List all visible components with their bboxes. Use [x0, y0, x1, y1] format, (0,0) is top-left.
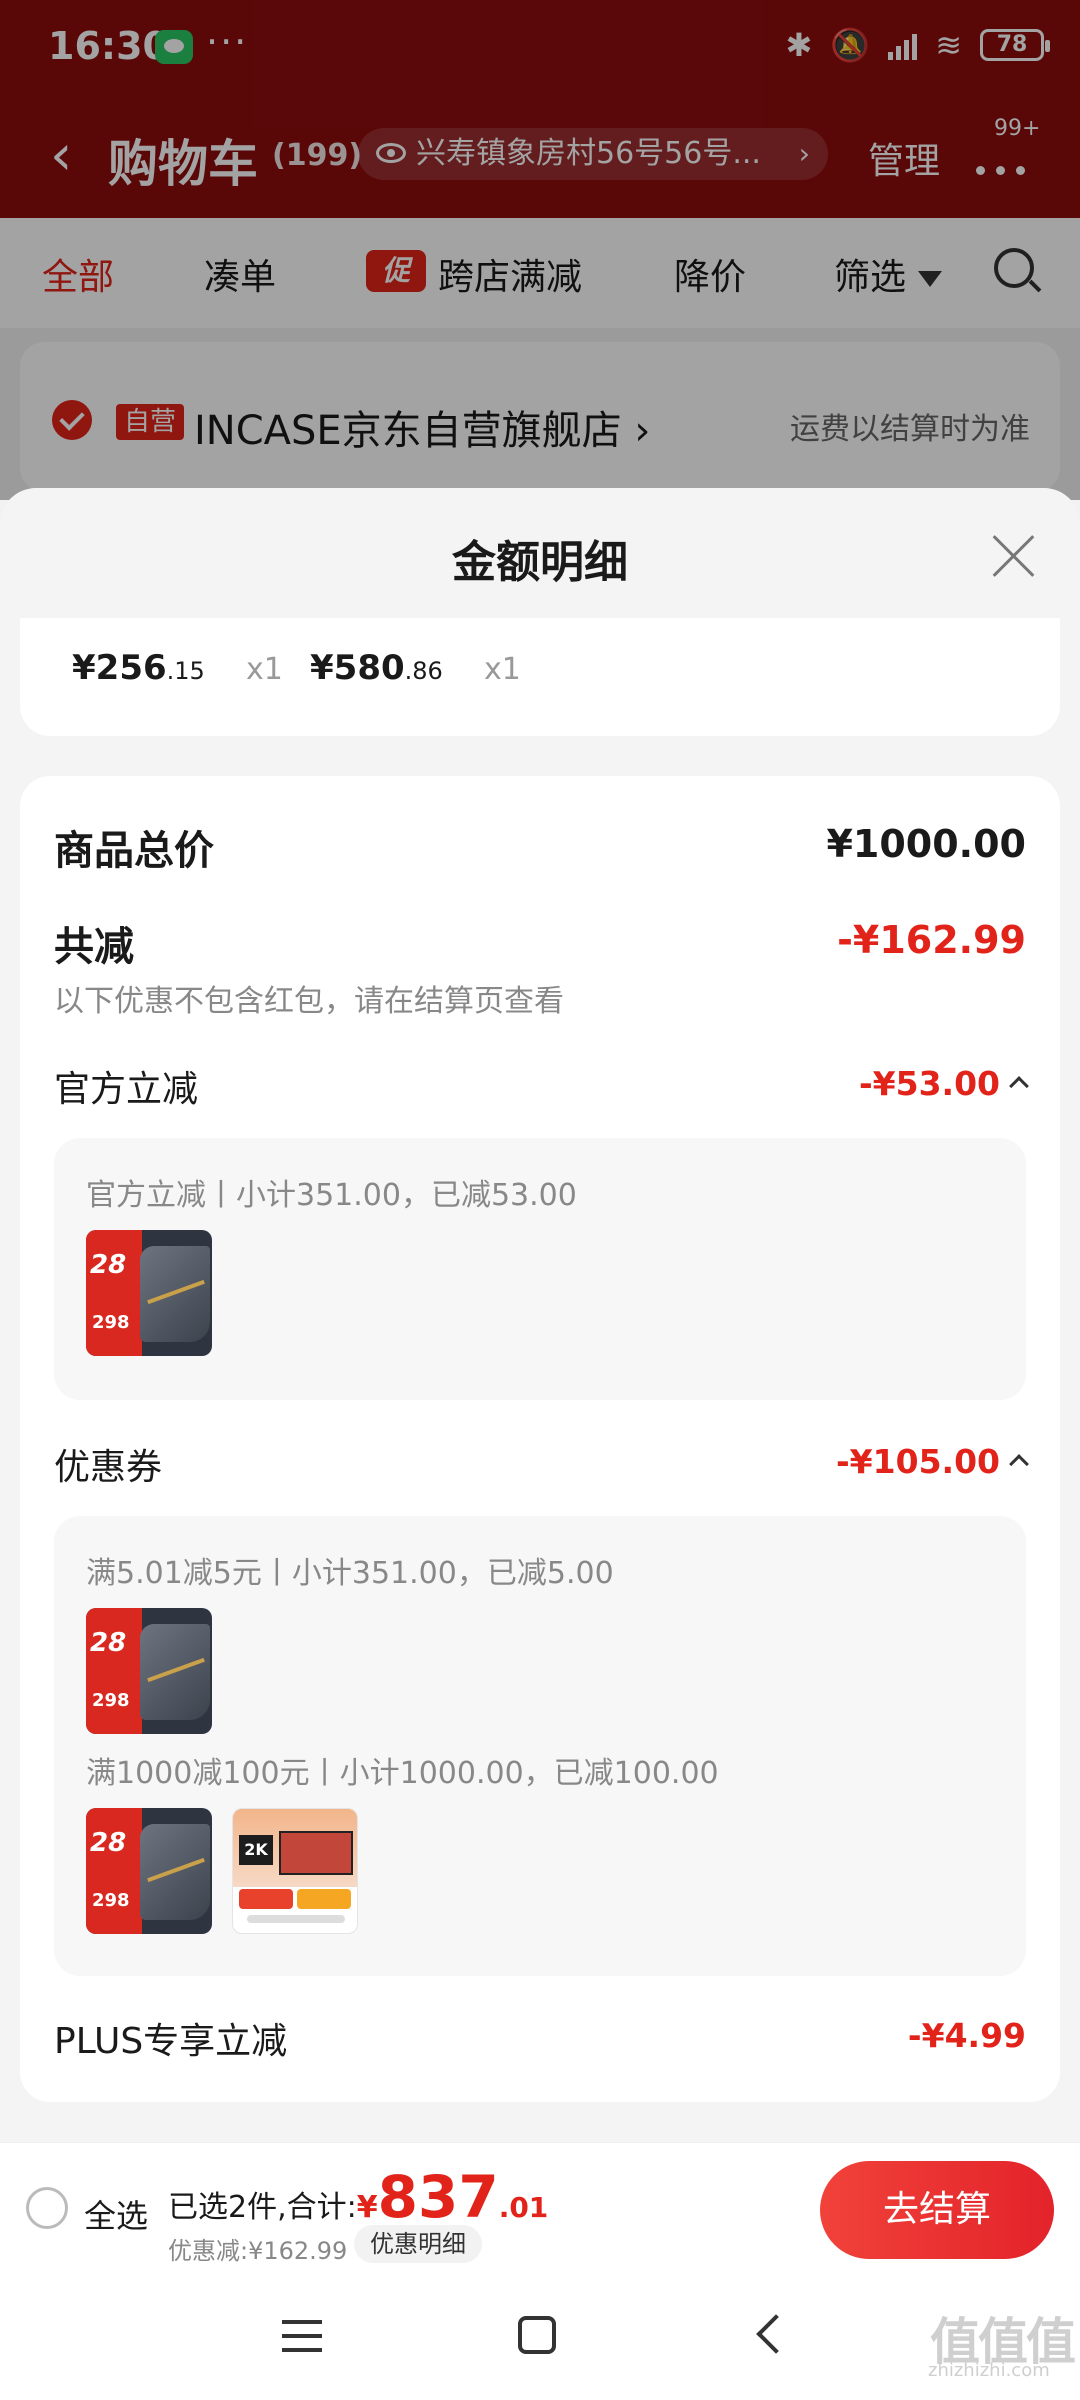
- price-dec: .15: [166, 657, 205, 685]
- select-all-label[interactable]: 全选: [84, 2191, 148, 2237]
- thumb-price: 298: [92, 1690, 130, 1711]
- selected-text: 已选2件,合计:: [168, 2190, 357, 2225]
- close-icon[interactable]: [990, 532, 1036, 578]
- thumb-caption: [247, 1915, 345, 1923]
- thumb-price-tag: [297, 1889, 351, 1909]
- home-icon[interactable]: [518, 2316, 556, 2354]
- total-int: 837: [377, 2163, 499, 2231]
- reduce-value: -¥162.99: [837, 918, 1026, 962]
- thumb-label: [86, 1230, 142, 1356]
- chevron-up-icon: [1009, 1075, 1029, 1096]
- official-row[interactable]: 官方立减 -¥53.00: [54, 1060, 1029, 1112]
- checkout-bar: 全选 已选2件,合计:¥837.01 优惠减:¥162.99 优惠明细 去结算: [0, 2142, 1080, 2272]
- reduce-row: 共减 -¥162.99: [54, 914, 1026, 972]
- official-label: 官方立减: [54, 1069, 199, 1110]
- reduce-note: 以下优惠不包含红包，请在结算页查看: [54, 984, 564, 1019]
- item-price-row: ¥256.15 x1 ¥580.86 x1: [20, 618, 1060, 736]
- product-thumbnail-bag[interactable]: 28 298: [86, 1230, 212, 1356]
- thumb-price: 298: [92, 1890, 130, 1911]
- official-value: -¥53.00: [858, 1064, 1029, 1103]
- thumb-promo-number: 28: [90, 1628, 127, 1658]
- total-label: 商品总价: [54, 828, 214, 874]
- plus-label: PLUS专享立减: [54, 2021, 288, 2062]
- menu-icon[interactable]: [282, 2320, 322, 2352]
- total-value: ¥1000.00: [826, 822, 1026, 866]
- plus-value: -¥4.99: [907, 2016, 1026, 2055]
- coupon-detail-text: 满1000减100元丨小计1000.00，已减100.00: [86, 1756, 719, 1791]
- price-dec: .86: [404, 657, 443, 685]
- amount-detail-card: 商品总价 ¥1000.00 共减 -¥162.99 以下优惠不包含红包，请在结算…: [20, 776, 1060, 2102]
- amount-detail-sheet: 金额明细 ¥256.15 x1 ¥580.86 x1 商品总价 ¥1000.00…: [0, 488, 1080, 2400]
- item-price: ¥256.15: [72, 648, 205, 688]
- select-all-checkbox[interactable]: [26, 2187, 68, 2229]
- thumb-label: [86, 1608, 142, 1734]
- thumb-promo-number: 28: [90, 1250, 127, 1280]
- plus-row: PLUS专享立减 -¥4.99: [54, 2012, 1026, 2064]
- system-nav-bar: 值值值 zhizhizhi.com: [0, 2272, 1080, 2400]
- chevron-up-icon: [1009, 1453, 1029, 1474]
- price-int: ¥256: [72, 648, 167, 688]
- item-price: ¥580.86: [310, 648, 443, 688]
- discount-summary: 优惠减:¥162.99: [168, 2237, 348, 2265]
- official-amount: -¥53.00: [858, 1064, 1000, 1103]
- official-detail-box: 官方立减丨小计351.00，已减53.00 28 298: [54, 1138, 1026, 1400]
- price-int: ¥580: [310, 648, 405, 688]
- modal-overlay[interactable]: [0, 0, 1080, 500]
- checkout-button[interactable]: 去结算: [820, 2161, 1054, 2259]
- reduce-label: 共减: [54, 924, 134, 970]
- watermark-url: zhizhizhi.com: [928, 2360, 1050, 2381]
- item-qty: x1: [246, 652, 283, 687]
- product-thumbnail-bag[interactable]: 28 298: [86, 1608, 212, 1734]
- thumb-label: [86, 1808, 142, 1934]
- thumb-price-tag: [239, 1889, 293, 1909]
- sheet-title: 金额明细: [452, 537, 628, 588]
- coupon-detail-text: 满5.01减5元丨小计351.00，已减5.00: [86, 1556, 614, 1591]
- coupon-amount: -¥105.00: [835, 1442, 1000, 1481]
- coupon-value: -¥105.00: [835, 1442, 1029, 1481]
- monitor-image: [279, 1831, 353, 1875]
- product-thumbnail-bag[interactable]: 28 298: [86, 1808, 212, 1934]
- back-nav-icon[interactable]: [756, 2314, 796, 2354]
- coupon-detail-box: 满5.01减5元丨小计351.00，已减5.00 28 298 满1000减10…: [54, 1516, 1026, 1976]
- thumb-promo-number: 28: [90, 1828, 127, 1858]
- currency-symbol: ¥: [356, 2190, 378, 2225]
- product-thumbnail-monitor[interactable]: 2K: [232, 1808, 358, 1934]
- thumb-resolution: 2K: [239, 1835, 273, 1865]
- total-row: 商品总价 ¥1000.00: [54, 818, 1026, 876]
- coupon-label: 优惠券: [54, 1447, 163, 1488]
- official-detail-text: 官方立减丨小计351.00，已减53.00: [86, 1178, 577, 1213]
- discount-detail-button[interactable]: 优惠明细: [354, 2225, 482, 2263]
- item-qty: x1: [484, 652, 521, 687]
- thumb-price: 298: [92, 1312, 130, 1333]
- total-dec: .01: [498, 2191, 549, 2224]
- coupon-row[interactable]: 优惠券 -¥105.00: [54, 1438, 1029, 1490]
- total-summary: 已选2件,合计:¥837.01: [168, 2163, 548, 2231]
